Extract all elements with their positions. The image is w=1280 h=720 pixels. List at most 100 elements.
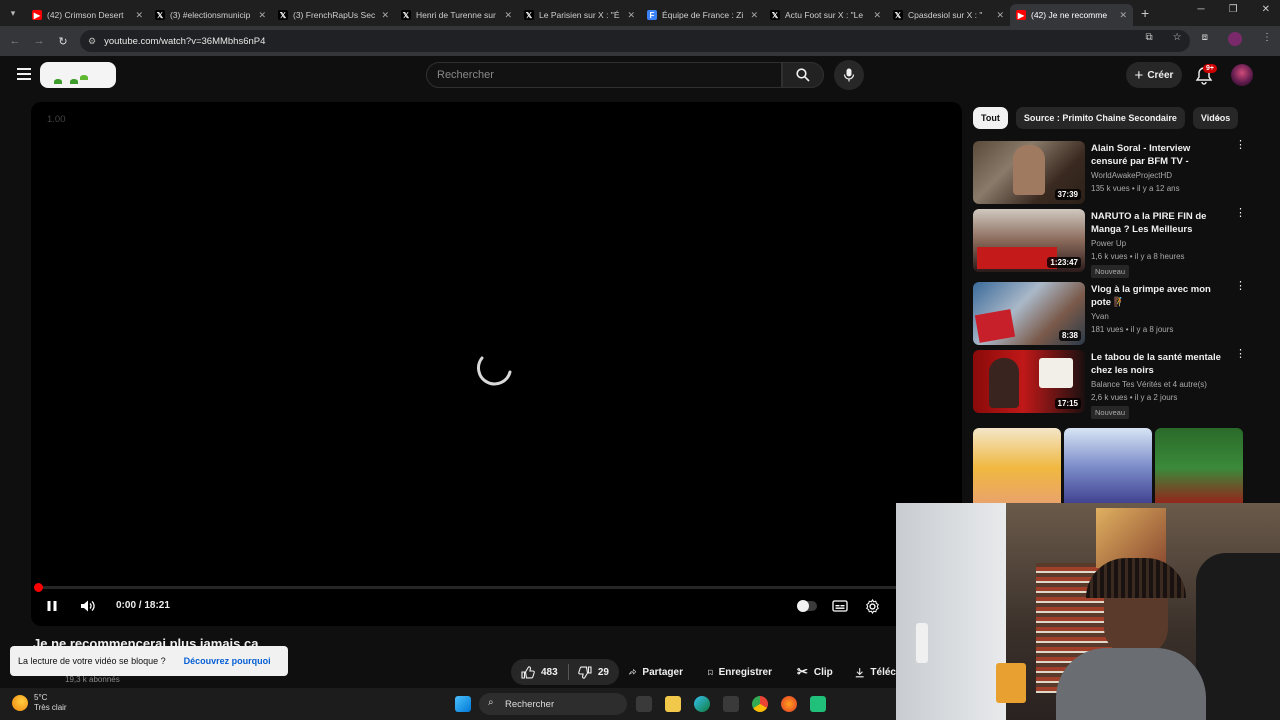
tab-close-icon[interactable]: ✕ (627, 10, 635, 21)
more-options-icon[interactable]: ⋮ (1235, 140, 1246, 151)
edge-icon[interactable] (694, 696, 710, 712)
dislike-button[interactable]: 29 (578, 665, 609, 679)
tab-search-icon[interactable]: ▾ (0, 0, 26, 26)
dislike-count: 29 (597, 666, 609, 678)
recommendation-item[interactable]: 1:23:47 NARUTO a la PIRE FIN de Manga ? … (973, 208, 1246, 278)
toast-learn-more-link[interactable]: Découvrez pourquoi (184, 656, 271, 666)
browser-tab[interactable]: 𝕏 (3) FrenchRapUs Sec ✕ (272, 4, 395, 26)
short-thumbnail[interactable] (1155, 428, 1243, 508)
site-info-icon[interactable]: ⚙ (88, 36, 96, 47)
save-button[interactable]: Enregistrer (698, 659, 782, 685)
video-player[interactable]: 1.00 0:00 / 18:21 (31, 102, 962, 626)
url-bar[interactable]: ⚙ youtube.com/watch?v=36MMbhs6nP4 (80, 30, 1190, 52)
recommendation-title[interactable]: Vlog à la grimpe avec mon pote 🧗 (1091, 283, 1227, 309)
volume-button[interactable] (79, 599, 97, 613)
voice-search-button[interactable] (834, 60, 864, 90)
tab-close-icon[interactable]: ✕ (873, 10, 881, 21)
browser-tab-active[interactable]: ▶ (42) Je ne recomme ✕ (1010, 4, 1133, 26)
reload-icon[interactable]: ↻ (51, 35, 75, 48)
maximize-icon[interactable]: ❐ (1229, 4, 1238, 15)
scrubber-handle[interactable] (34, 583, 43, 592)
search-input[interactable]: Rechercher (426, 62, 782, 88)
account-avatar[interactable] (1231, 64, 1253, 86)
recommendation-channel[interactable]: Balance Tes Vérités et 4 autre(s) (1091, 380, 1227, 389)
browser-toolbar-icons: ⧉ ☆ ⧈ ⋮ (1146, 32, 1272, 46)
app-icon[interactable] (810, 696, 826, 712)
chrome-icon[interactable] (752, 696, 768, 712)
windows-start-icon[interactable] (455, 696, 471, 712)
tab-close-icon[interactable]: ✕ (381, 10, 389, 21)
download-label: Téléc (870, 666, 896, 678)
autoplay-toggle[interactable] (797, 600, 817, 612)
menu-icon[interactable] (17, 68, 31, 80)
more-options-icon[interactable]: ⋮ (1235, 281, 1246, 292)
taskbar-search[interactable]: ⌕ Rechercher (479, 693, 627, 715)
more-options-icon[interactable]: ⋮ (1235, 208, 1246, 219)
subtitles-button[interactable] (832, 599, 848, 613)
video-thumbnail[interactable]: 8:38 (973, 282, 1085, 345)
video-thumbnail[interactable]: 17:15 (973, 350, 1085, 413)
recommendation-item[interactable]: 37:39 Alain Soral - Interview censuré pa… (973, 140, 1246, 205)
tab-close-icon[interactable]: ✕ (258, 10, 266, 21)
more-options-icon[interactable]: ⋮ (1235, 349, 1246, 360)
tab-close-icon[interactable]: ✕ (1119, 10, 1127, 21)
minimize-icon[interactable]: ─ (1198, 4, 1205, 15)
progress-bar[interactable] (34, 583, 955, 592)
chip-all[interactable]: Tout (973, 107, 1008, 129)
browser-tab[interactable]: 𝕏 Cpasdesiol sur X : " ✕ (887, 4, 1010, 26)
new-tab-button[interactable]: + (1141, 5, 1149, 21)
tab-close-icon[interactable]: ✕ (135, 10, 143, 21)
recommendation-channel[interactable]: Yvan (1091, 312, 1227, 321)
recommendation-channel[interactable]: Power Up (1091, 239, 1227, 248)
share-button[interactable]: Partager (619, 659, 693, 685)
recommendation-title[interactable]: Le tabou de la santé mentale chez les no… (1091, 351, 1227, 377)
search-button[interactable] (782, 62, 824, 88)
browser-tab[interactable]: 𝕏 Le Parisien sur X : "É ✕ (518, 4, 641, 26)
channel-logo[interactable] (40, 62, 116, 88)
short-thumbnail[interactable] (1064, 428, 1152, 508)
recommendation-channel[interactable]: WorldAwakeProjectHD (1091, 171, 1227, 180)
webcam-overlay (896, 503, 1280, 720)
bookmark-star-icon[interactable]: ☆ (1173, 32, 1182, 46)
recommendation-item[interactable]: 8:38 Vlog à la grimpe avec mon pote 🧗 Yv… (973, 281, 1246, 346)
recommendation-title[interactable]: NARUTO a la PIRE FIN de Manga ? Les Meil… (1091, 210, 1227, 236)
create-button[interactable]: + Créer (1126, 62, 1182, 88)
recommendation-stats: 135 k vues • il y a 12 ans (1091, 184, 1180, 193)
video-thumbnail[interactable]: 37:39 (973, 141, 1085, 204)
weather-widget[interactable]: 5°C Très clair (12, 693, 67, 713)
close-window-icon[interactable]: ✕ (1262, 4, 1270, 15)
browser-tab[interactable]: F Équipe de France : Zi ✕ (641, 4, 764, 26)
clip-button[interactable]: ✂ Clip (787, 659, 837, 685)
tab-close-icon[interactable]: ✕ (750, 10, 758, 21)
tab-title: (42) Crimson Desert (47, 10, 124, 20)
chip-source[interactable]: Source : Primito Chaine Secondaire (1015, 107, 1185, 129)
store-icon[interactable] (723, 696, 739, 712)
browser-tab[interactable]: 𝕏 Actu Foot sur X : "Le ✕ (764, 4, 887, 26)
tab-close-icon[interactable]: ✕ (996, 10, 1004, 21)
settings-button[interactable] (864, 598, 880, 614)
file-explorer-icon[interactable] (665, 696, 681, 712)
recommendation-item[interactable]: 17:15 Le tabou de la santé mentale chez … (973, 349, 1246, 419)
like-button[interactable]: 483 (521, 665, 558, 679)
recommendation-stats: 2,6 k vues • il y a 2 jours (1091, 393, 1178, 402)
chevron-right-icon[interactable]: › (1216, 110, 1220, 125)
task-view-icon[interactable] (636, 696, 652, 712)
download-button[interactable]: Téléc (845, 659, 896, 685)
pause-button[interactable] (45, 599, 59, 613)
video-thumbnail[interactable]: 1:23:47 (973, 209, 1085, 272)
browser-tab[interactable]: 𝕏 (3) #electionsmunicip ✕ (149, 4, 272, 26)
firefox-icon[interactable] (781, 696, 797, 712)
browser-menu-icon[interactable]: ⋮ (1262, 32, 1272, 46)
recommendation-stats: 1,6 k vues • il y a 8 heures (1091, 252, 1185, 261)
extensions-icon[interactable]: ⧈ (1202, 32, 1208, 46)
recommendation-title[interactable]: Alain Soral - Interview censuré par BFM … (1091, 142, 1227, 168)
forward-icon[interactable]: → (27, 35, 51, 47)
toast-message: La lecture de votre vidéo se bloque ? (18, 656, 166, 666)
back-icon[interactable]: ← (3, 35, 27, 47)
install-app-icon[interactable]: ⧉ (1146, 32, 1153, 46)
browser-tab[interactable]: 𝕏 Henri de Turenne sur ✕ (395, 4, 518, 26)
short-thumbnail[interactable] (973, 428, 1061, 508)
tab-close-icon[interactable]: ✕ (504, 10, 512, 21)
browser-tab[interactable]: ▶ (42) Crimson Desert ✕ (26, 4, 149, 26)
profile-avatar-icon[interactable] (1228, 32, 1242, 46)
